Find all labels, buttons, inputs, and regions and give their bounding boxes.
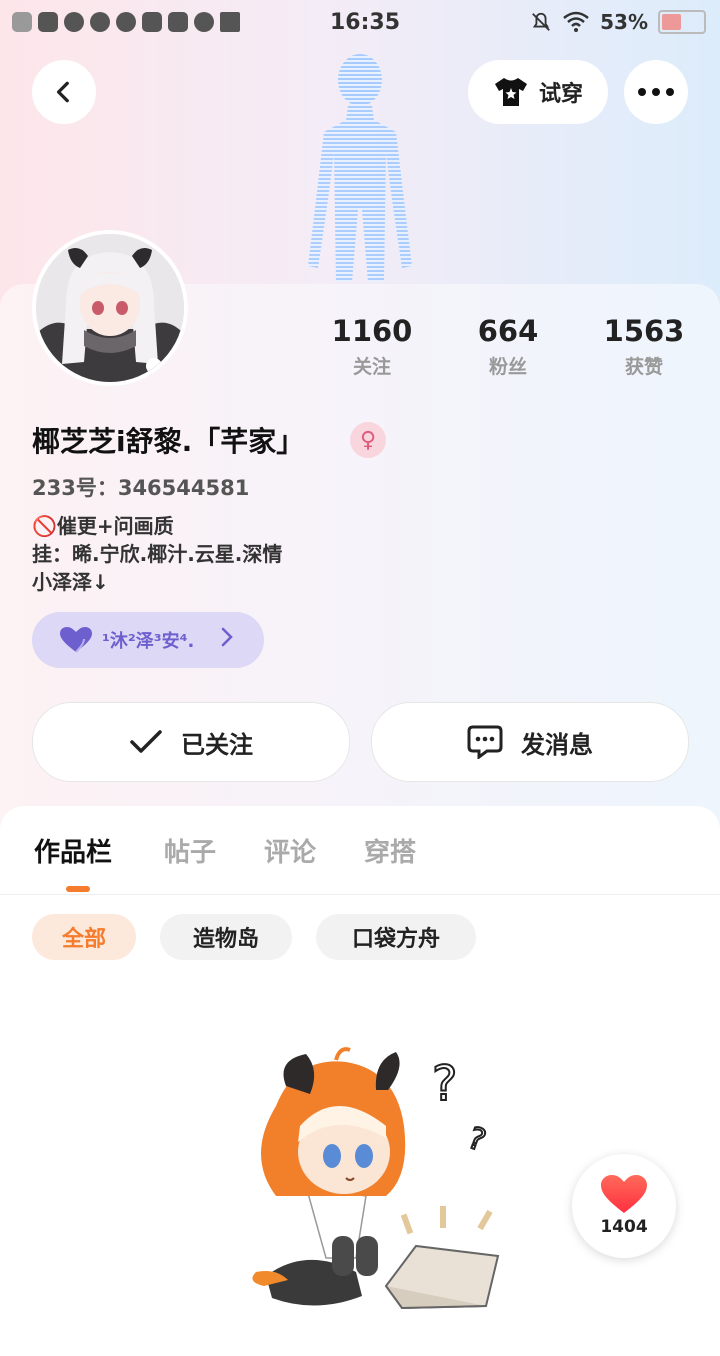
tab-works[interactable]: 作品栏 <box>34 832 112 869</box>
crown-icon <box>220 12 240 32</box>
tab-outfits[interactable]: 穿搭 <box>364 832 416 869</box>
close-app-icon <box>12 12 32 32</box>
avatar-image <box>36 234 184 382</box>
send-message-button[interactable]: 发消息 <box>371 702 689 782</box>
storage-icon <box>168 12 188 32</box>
stat-followers[interactable]: 664 粉丝 <box>448 314 568 379</box>
status-bar: 16:35 53% <box>0 0 720 46</box>
floating-like-button[interactable]: 1404 <box>572 1154 676 1258</box>
music-icon <box>90 12 110 32</box>
bio: 🚫催更+问画质 挂：晞.宁欣.椰汁.云星.深情 小泽泽↓ <box>32 512 282 596</box>
wechat-icon <box>194 12 214 32</box>
stat-following[interactable]: 1160 关注 <box>312 314 432 379</box>
tab-comments[interactable]: 评论 <box>264 832 316 869</box>
try-on-button[interactable]: 试穿 <box>468 60 608 124</box>
content-tabs: 作品栏 帖子 评论 穿搭 <box>0 806 720 895</box>
svg-text:?: ? <box>432 1056 457 1112</box>
filter-pocket-ark[interactable]: 口袋方舟 <box>316 914 476 960</box>
send-message-label: 发消息 <box>521 730 593 759</box>
notification-icons <box>12 12 240 32</box>
active-tab-indicator <box>66 886 90 892</box>
play-icon <box>142 12 162 32</box>
stat-following-label: 关注 <box>352 356 391 378</box>
status-time: 16:35 <box>330 10 401 35</box>
checkmark-icon <box>130 730 162 753</box>
stat-likes-label: 获赞 <box>624 356 663 378</box>
content-card: 作品栏 帖子 评论 穿搭 全部 造物岛 口袋方舟 ? ? <box>0 806 720 1356</box>
filter-creation-island[interactable]: 造物岛 <box>160 914 292 960</box>
battery-fill <box>662 14 682 30</box>
avatar[interactable] <box>32 230 188 386</box>
status-right: 53% <box>530 10 706 34</box>
more-button[interactable] <box>624 60 688 124</box>
stat-likes[interactable]: 1563 获赞 <box>584 314 704 379</box>
heart-icon <box>601 1175 647 1213</box>
avatar-3d-hologram <box>308 54 412 282</box>
more-dots-icon <box>638 88 674 96</box>
chat-bubble-icon <box>467 725 503 759</box>
following-button[interactable]: 已关注 <box>32 702 350 782</box>
chevron-right-icon <box>220 626 234 654</box>
planet-icon <box>116 12 136 32</box>
stat-followers-label: 粉丝 <box>488 356 527 378</box>
bio-line-3: 小泽泽↓ <box>32 570 109 594</box>
back-button[interactable] <box>32 60 96 124</box>
wifi-icon <box>563 11 589 32</box>
stat-likes-value: 1563 <box>603 314 685 348</box>
battery-percent: 53% <box>600 10 648 34</box>
tab-posts[interactable]: 帖子 <box>164 832 216 869</box>
bio-line-1: 🚫催更+问画质 <box>32 514 174 538</box>
bio-line-2: 挂：晞.宁欣.椰汁.云星.深情 <box>32 542 283 566</box>
battery-icon <box>658 10 706 34</box>
user-id[interactable]: 233号：346544581 <box>32 472 249 502</box>
cp-relationship-chip[interactable]: ¹沐²泽³安⁴. <box>32 612 264 668</box>
following-label: 已关注 <box>181 730 253 759</box>
like-count: 1404 <box>600 1217 648 1237</box>
female-gender-icon: ♀ <box>350 422 386 458</box>
empty-state-illustration: ? ? <box>252 1047 500 1310</box>
tshirt-icon <box>494 78 527 106</box>
svg-text:?: ? <box>463 1121 490 1159</box>
app-icon <box>38 12 58 32</box>
stat-following-value: 1160 <box>331 314 413 348</box>
mute-bell-icon <box>532 12 551 31</box>
heart-icon <box>60 627 92 653</box>
nickname: 椰芝芝i舒黎.「芊家」 <box>32 425 305 458</box>
try-on-label: 试穿 <box>538 82 583 107</box>
avatar-illustration <box>36 234 184 382</box>
filter-all[interactable]: 全部 <box>32 914 136 960</box>
chevron-left-icon <box>56 81 69 103</box>
stat-followers-value: 664 <box>477 314 539 348</box>
pinwheel-icon <box>64 12 84 32</box>
cp-chip-text: ¹沐²泽³安⁴. <box>102 631 195 652</box>
